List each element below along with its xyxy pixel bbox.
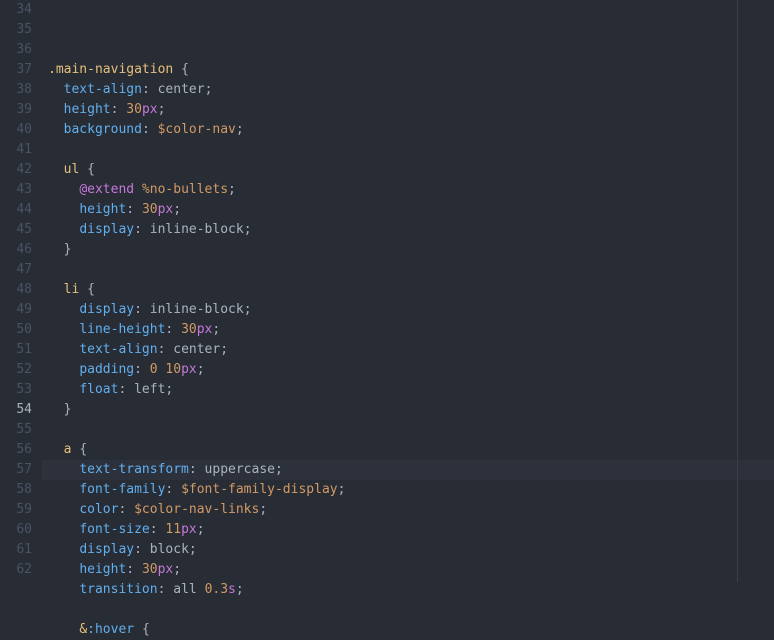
code-line[interactable]: padding: 0 10px; — [42, 360, 774, 380]
line-number: 34 — [0, 0, 32, 20]
code-line[interactable] — [42, 260, 774, 280]
line-number: 51 — [0, 340, 32, 360]
code-line[interactable]: a { — [42, 440, 774, 460]
code-line[interactable]: float: left; — [42, 380, 774, 400]
code-line[interactable]: li { — [42, 280, 774, 300]
code-line[interactable]: background: $color-nav; — [42, 120, 774, 140]
code-line[interactable]: } — [42, 400, 774, 420]
wrap-guide — [737, 0, 738, 582]
line-number: 52 — [0, 360, 32, 380]
line-number: 58 — [0, 480, 32, 500]
code-line[interactable]: display: inline-block; — [42, 300, 774, 320]
code-line[interactable]: height: 30px; — [42, 200, 774, 220]
line-number: 50 — [0, 320, 32, 340]
code-line[interactable]: text-align: center; — [42, 80, 774, 100]
line-number: 37 — [0, 60, 32, 80]
code-editor[interactable]: 3435363738394041424344454647484950515253… — [0, 0, 774, 582]
line-number: 42 — [0, 160, 32, 180]
code-line[interactable]: ul { — [42, 160, 774, 180]
code-line[interactable]: .main-navigation { — [42, 60, 774, 80]
line-number: 60 — [0, 520, 32, 540]
line-number: 55 — [0, 420, 32, 440]
code-line[interactable]: line-height: 30px; — [42, 320, 774, 340]
code-line[interactable]: display: block; — [42, 540, 774, 560]
code-line[interactable]: text-align: center; — [42, 340, 774, 360]
line-number: 53 — [0, 380, 32, 400]
code-line[interactable]: text-transform: uppercase; — [42, 460, 774, 480]
line-number: 36 — [0, 40, 32, 60]
line-number: 48 — [0, 280, 32, 300]
line-number: 35 — [0, 20, 32, 40]
code-line[interactable]: height: 30px; — [42, 100, 774, 120]
code-line[interactable]: font-size: 11px; — [42, 520, 774, 540]
line-number: 56 — [0, 440, 32, 460]
code-line[interactable]: @extend %no-bullets; — [42, 180, 774, 200]
code-line[interactable]: } — [42, 240, 774, 260]
line-number: 46 — [0, 240, 32, 260]
code-line[interactable]: &:hover { — [42, 620, 774, 640]
line-number: 54 — [0, 400, 32, 420]
code-line[interactable]: height: 30px; — [42, 560, 774, 580]
code-area[interactable]: .main-navigation { text-align: center; h… — [42, 0, 774, 582]
line-number: 44 — [0, 200, 32, 220]
code-line[interactable] — [42, 140, 774, 160]
line-number: 49 — [0, 300, 32, 320]
line-number: 43 — [0, 180, 32, 200]
line-number: 57 — [0, 460, 32, 480]
line-number: 62 — [0, 560, 32, 580]
code-line[interactable]: color: $color-nav-links; — [42, 500, 774, 520]
line-number: 40 — [0, 120, 32, 140]
code-line[interactable] — [42, 600, 774, 620]
code-line[interactable]: display: inline-block; — [42, 220, 774, 240]
line-number: 59 — [0, 500, 32, 520]
line-number: 41 — [0, 140, 32, 160]
code-line[interactable] — [42, 420, 774, 440]
line-number: 39 — [0, 100, 32, 120]
line-number: 38 — [0, 80, 32, 100]
line-number-gutter: 3435363738394041424344454647484950515253… — [0, 0, 42, 582]
code-line[interactable]: transition: all 0.3s; — [42, 580, 774, 600]
code-line[interactable]: font-family: $font-family-display; — [42, 480, 774, 500]
line-number: 61 — [0, 540, 32, 560]
line-number: 45 — [0, 220, 32, 240]
line-number: 47 — [0, 260, 32, 280]
